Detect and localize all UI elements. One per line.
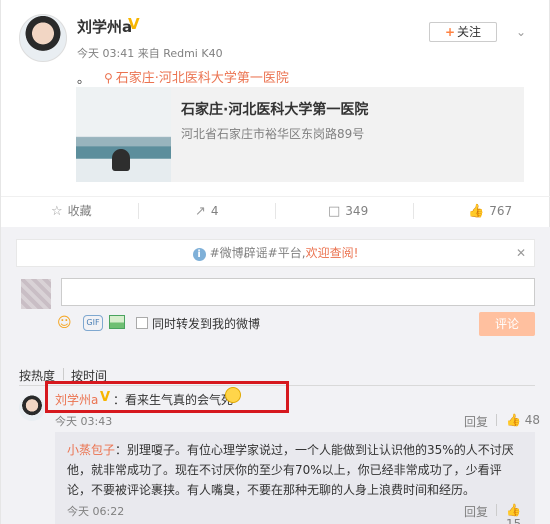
current-user-avatar bbox=[21, 279, 51, 309]
author-avatar[interactable] bbox=[19, 14, 67, 62]
weibo-post-card: 刘学州a V 今天 03:41 来自 Redmi K40 + 关注 ⌄ 。 ⚲ 石家… bbox=[0, 0, 550, 524]
comment-time: 今天 03:43 bbox=[55, 415, 113, 428]
emoji-icon[interactable]: ☺ bbox=[57, 315, 72, 331]
location-tag[interactable]: ⚲ 石家庄·河北医科大学第一医院 bbox=[104, 67, 289, 86]
comment-icon: □ bbox=[328, 204, 341, 219]
info-icon: i bbox=[192, 248, 206, 261]
plus-icon: + bbox=[444, 25, 456, 39]
rumor-notice[interactable]: i #微博辟谣#平台,欢迎查阅! ✕ bbox=[16, 239, 535, 267]
image-icon[interactable] bbox=[109, 315, 125, 329]
reply-content: 小蒸包子：别理嗄子。有位心理学家说过，一个人能做到让认识他的35%的人不讨厌他，… bbox=[67, 440, 525, 500]
submit-comment-button[interactable]: 评论 bbox=[479, 312, 535, 336]
follow-button[interactable]: + 关注 bbox=[429, 22, 497, 42]
comment-like-button[interactable]: 👍 48 bbox=[506, 413, 540, 427]
reply-reply-button[interactable]: 回复 bbox=[464, 503, 488, 520]
repost-checkbox-label: 同时转发到我的微博 bbox=[152, 317, 261, 331]
location-card[interactable]: 石家庄·河北医科大学第一医院 河北省石家庄市裕华区东岗路89号 bbox=[76, 87, 524, 182]
star-icon: ☆ bbox=[51, 204, 63, 219]
favorite-button[interactable]: ☆ 收藏 bbox=[51, 197, 92, 225]
gif-icon[interactable]: GIF bbox=[83, 315, 103, 331]
thumbs-up-icon: 👍 bbox=[506, 413, 521, 427]
reply-author-name[interactable]: 小蒸包子 bbox=[67, 443, 115, 457]
reply-text: ：别理嗄子。有位心理学家说过，一个人能做到让认识他的35%的人不讨厌他，就非常成… bbox=[67, 443, 514, 497]
repost-checkbox[interactable] bbox=[136, 317, 148, 329]
comment-button[interactable]: □ 349 bbox=[328, 197, 368, 225]
comment-author-avatar[interactable] bbox=[19, 395, 45, 421]
post-text: 。 bbox=[77, 72, 91, 87]
location-card-address: 河北省石家庄市裕华区东岗路89号 bbox=[181, 127, 365, 141]
reply-time: 今天 06:22 bbox=[67, 505, 125, 518]
thumbs-up-icon: 👍 bbox=[468, 204, 485, 219]
verified-icon: V bbox=[128, 15, 140, 33]
action-bar: ☆ 收藏 ↗ 4 □ 349 👍 767 bbox=[1, 196, 550, 224]
highlight-annotation bbox=[45, 381, 289, 413]
chevron-down-icon[interactable]: ⌄ bbox=[516, 25, 530, 39]
repost-icon: ↗ bbox=[195, 204, 206, 219]
comment-input[interactable] bbox=[61, 278, 535, 306]
comment-reply-button[interactable]: 回复 bbox=[464, 413, 488, 430]
location-pin-icon: ⚲ bbox=[104, 71, 113, 85]
reply-like-button[interactable]: 👍 15 bbox=[506, 503, 535, 524]
comment-section: i #微博辟谣#平台,欢迎查阅! ✕ ☺ GIF 同时转发到我的微博 评论 按热度 … bbox=[1, 227, 550, 524]
close-icon[interactable]: ✕ bbox=[516, 240, 526, 266]
author-name[interactable]: 刘学州a bbox=[77, 16, 132, 37]
location-thumbnail bbox=[76, 87, 171, 182]
repost-button[interactable]: ↗ 4 bbox=[195, 197, 219, 225]
reply-box: 小蒸包子：别理嗄子。有位心理学家说过，一个人能做到让认识他的35%的人不讨厌他，… bbox=[55, 432, 535, 524]
post-meta: 今天 03:41 来自 Redmi K40 bbox=[77, 47, 223, 60]
location-card-title: 石家庄·河北医科大学第一医院 bbox=[181, 102, 369, 118]
thumbs-up-icon: 👍 bbox=[506, 503, 521, 517]
like-button[interactable]: 👍 767 bbox=[468, 197, 512, 225]
